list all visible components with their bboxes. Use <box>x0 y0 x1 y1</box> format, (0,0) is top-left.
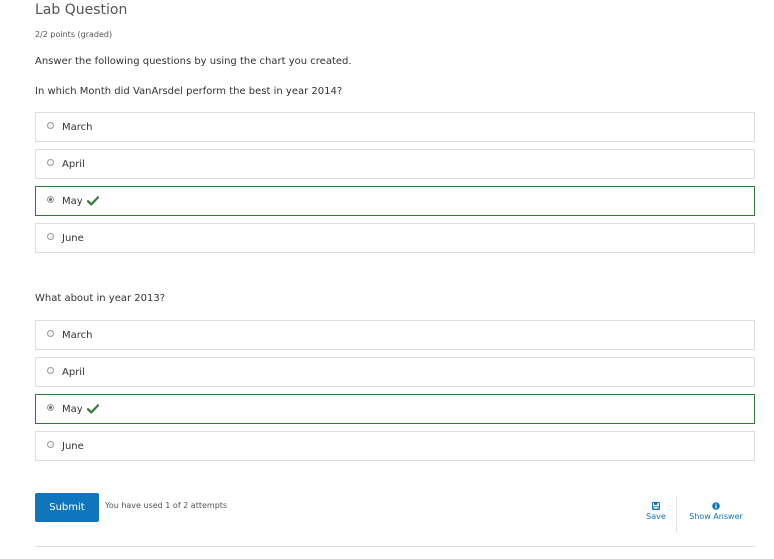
choice-label: June <box>62 232 84 244</box>
radio-button[interactable] <box>47 366 54 374</box>
choice-label: March <box>62 329 93 341</box>
q2-choice-march[interactable]: March <box>35 320 755 350</box>
bottom-divider <box>35 546 755 547</box>
q1-choice-april[interactable]: April <box>35 149 755 179</box>
choice-label: May <box>62 195 83 207</box>
choice-label: April <box>62 158 85 170</box>
check-icon <box>86 196 99 206</box>
show-answer-label: Show Answer <box>689 512 743 521</box>
q1-choice-may[interactable]: May <box>35 186 755 216</box>
floppy-disk-icon <box>652 502 660 510</box>
submit-button[interactable]: Submit <box>35 493 99 522</box>
q1-choice-june[interactable]: June <box>35 223 755 253</box>
choice-label: May <box>62 403 83 415</box>
save-button[interactable]: Save <box>644 502 668 521</box>
question-2-choices: March April May June <box>35 320 755 468</box>
radio-button[interactable] <box>47 158 54 166</box>
radio-button[interactable] <box>47 440 54 448</box>
info-icon <box>712 502 720 510</box>
radio-button[interactable] <box>47 329 54 337</box>
radio-button-selected[interactable] <box>47 195 54 203</box>
question-1-choices: March April May June <box>35 112 755 260</box>
radio-button[interactable] <box>47 121 54 129</box>
points-status: 2/2 points (graded) <box>35 30 113 39</box>
question-2-text: What about in year 2013? <box>35 293 166 304</box>
action-divider <box>676 496 677 532</box>
attempts-status: You have used 1 of 2 attempts <box>105 501 228 510</box>
instructions-text: Answer the following questions by using … <box>35 56 352 67</box>
q2-choice-april[interactable]: April <box>35 357 755 387</box>
choice-label: April <box>62 366 85 378</box>
check-icon <box>86 404 99 414</box>
radio-button-selected[interactable] <box>47 403 54 411</box>
q1-choice-march[interactable]: March <box>35 112 755 142</box>
choice-label: March <box>62 121 93 133</box>
save-label: Save <box>646 512 666 521</box>
q2-choice-may[interactable]: May <box>35 394 755 424</box>
choice-label: June <box>62 440 84 452</box>
problem-title: Lab Question <box>35 2 128 18</box>
radio-button[interactable] <box>47 232 54 240</box>
q2-choice-june[interactable]: June <box>35 431 755 461</box>
show-answer-button[interactable]: Show Answer <box>684 502 748 521</box>
question-1-text: In which Month did VanArsdel perform the… <box>35 86 343 97</box>
